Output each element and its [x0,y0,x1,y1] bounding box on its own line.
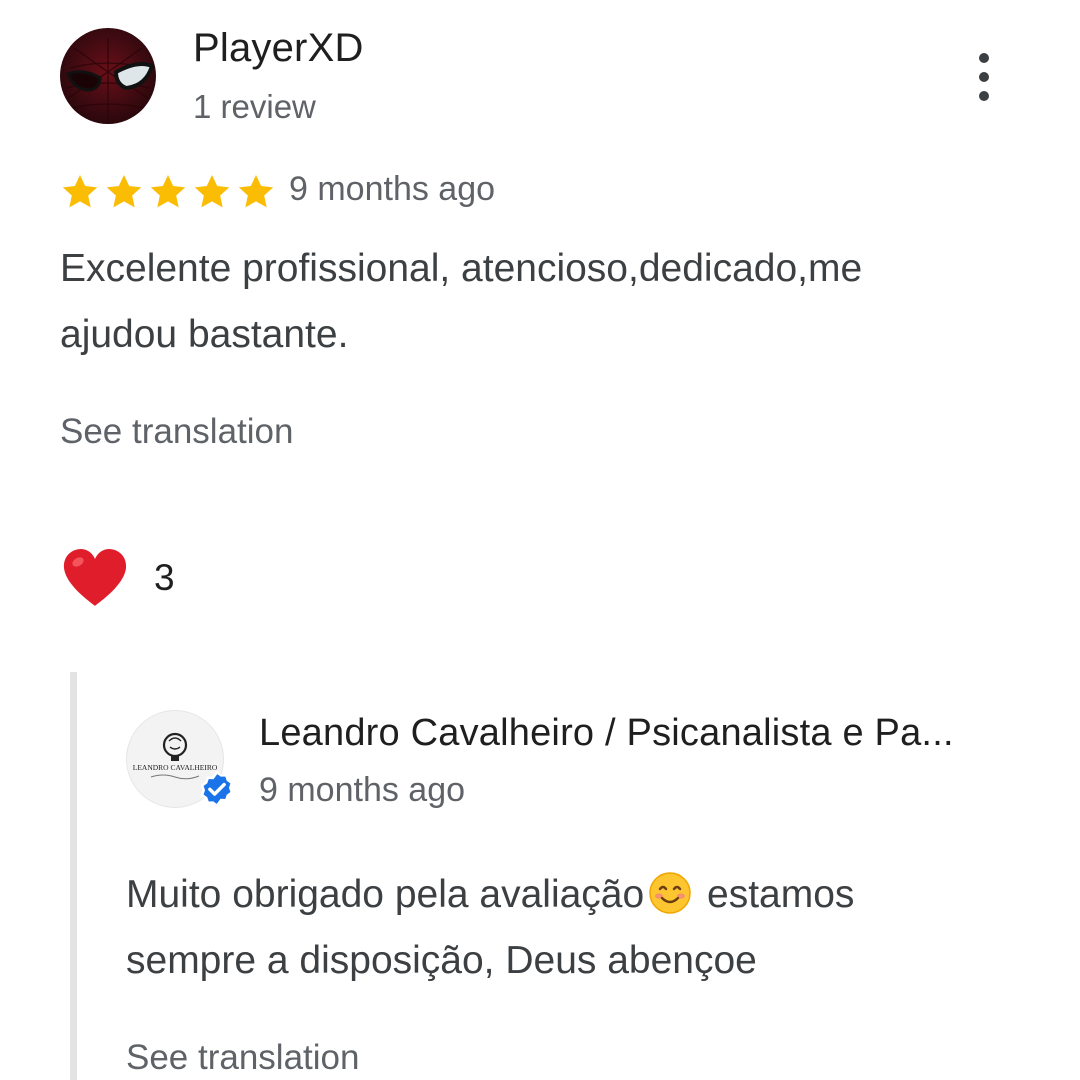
owner-reply-date: 9 months ago [259,771,466,809]
avatar-image [65,38,155,124]
star-icon [238,175,274,208]
verified-badge-icon [200,770,234,808]
more-options-button[interactable] [962,50,1006,104]
owner-avatar[interactable]: LEANDRO CAVALHEIRO [126,710,234,808]
reviewer-name[interactable]: PlayerXD [193,26,364,71]
heart-reaction-button[interactable]: 3 [62,548,175,608]
review-text: Excelente profissional, atencioso,dedica… [60,236,1020,368]
review-count: 1 review [193,88,316,125]
review-text-line: Excelente profissional, atencioso,dedica… [60,247,863,290]
smiling-face-emoji-icon [649,872,691,914]
see-translation-link[interactable]: See translation [60,412,293,452]
reviewer-avatar[interactable] [60,28,156,124]
review-date: 9 months ago [289,170,496,208]
owner-name[interactable]: Leandro Cavalheiro / Psicanalista e Pa..… [259,712,954,755]
more-vert-icon [979,53,989,63]
star-icon [194,175,230,208]
star-rating [60,172,276,212]
reaction-count: 3 [154,557,175,598]
reply-text-line: sempre a disposição, Deus abençoe [126,939,757,982]
reply-text-line: Muito obrigado pela avaliação estamos [126,872,855,916]
see-translation-link[interactable]: See translation [126,1038,359,1078]
star-icon [106,175,142,208]
star-icon [62,175,98,208]
heart-icon [63,549,127,606]
review-text-line: ajudou bastante. [60,313,349,356]
reply-divider [70,672,77,1080]
star-icon [150,175,186,208]
owner-reply-text: Muito obrigado pela avaliação estamos se… [126,862,1026,994]
